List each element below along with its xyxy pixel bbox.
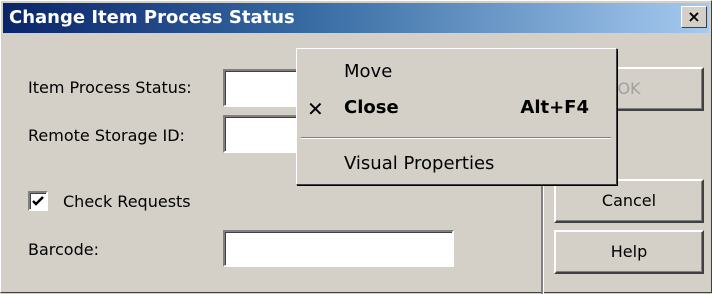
- window-title: Change Item Process Status: [9, 7, 295, 28]
- remote-storage-id-field[interactable]: [223, 115, 303, 153]
- barcode-label: Barcode:: [28, 240, 99, 259]
- close-button[interactable]: ×: [681, 6, 707, 28]
- help-button[interactable]: Help: [554, 230, 704, 274]
- menu-item-visual-properties[interactable]: Visual Properties: [297, 147, 615, 179]
- menu-item-close[interactable]: ✕ Close Alt+F4: [297, 91, 615, 123]
- close-shortcut: Alt+F4: [520, 97, 589, 118]
- menu-separator: [301, 137, 611, 139]
- system-context-menu: Move ✕ Close Alt+F4 Visual Properties: [296, 48, 617, 185]
- cancel-button[interactable]: Cancel: [554, 179, 704, 223]
- item-process-status-label: Item Process Status:: [28, 78, 192, 97]
- menu-item-move[interactable]: Move: [297, 55, 615, 87]
- item-process-status-field[interactable]: [223, 69, 303, 107]
- checkmark-icon: [32, 196, 44, 206]
- remote-storage-id-label: Remote Storage ID:: [28, 126, 185, 145]
- dialog-window: Change Item Process Status × Item Proces…: [0, 0, 712, 294]
- close-icon: ×: [687, 7, 701, 26]
- close-x-icon: ✕: [307, 97, 324, 121]
- barcode-field[interactable]: [223, 230, 454, 267]
- check-requests-checkbox[interactable]: [28, 191, 48, 211]
- title-bar[interactable]: Change Item Process Status ×: [3, 3, 709, 33]
- check-requests-label[interactable]: Check Requests: [63, 192, 191, 211]
